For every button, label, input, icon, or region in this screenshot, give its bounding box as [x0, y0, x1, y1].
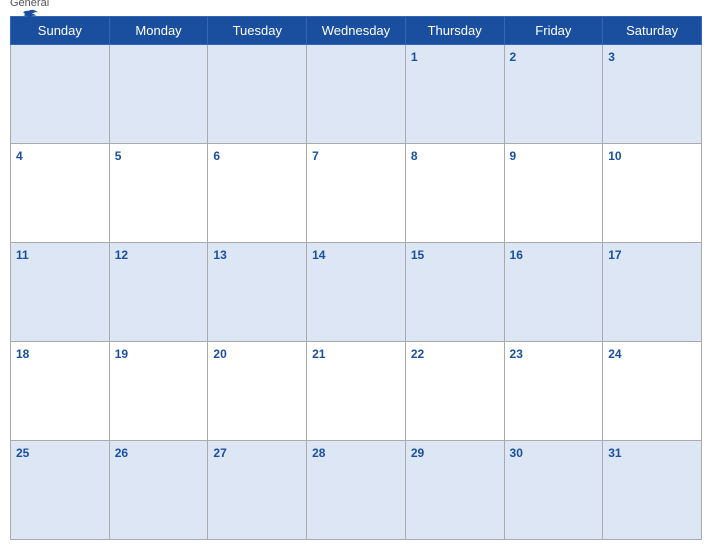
calendar-cell: 10 [603, 144, 702, 243]
day-number: 22 [411, 347, 424, 361]
day-number: 19 [115, 347, 128, 361]
weekday-header-tuesday: Tuesday [208, 17, 307, 45]
weekday-header-wednesday: Wednesday [307, 17, 406, 45]
day-number: 2 [510, 50, 517, 64]
week-row-2: 4 5 6 7 8 9 10 [11, 144, 702, 243]
day-number: 23 [510, 347, 523, 361]
day-number: 4 [16, 149, 23, 163]
day-number: 14 [312, 248, 325, 262]
calendar-cell: 4 [11, 144, 110, 243]
day-number: 20 [213, 347, 226, 361]
day-number: 3 [608, 50, 615, 64]
calendar-cell: 18 [11, 342, 110, 441]
calendar-cell: 7 [307, 144, 406, 243]
calendar-body: 1234567891011121314151617181920212223242… [11, 45, 702, 540]
calendar-cell: 2 [504, 45, 603, 144]
day-number: 6 [213, 149, 220, 163]
weekday-header-thursday: Thursday [405, 17, 504, 45]
day-number: 26 [115, 446, 128, 460]
day-number: 13 [213, 248, 226, 262]
calendar-cell: 5 [109, 144, 208, 243]
calendar-cell: 13 [208, 243, 307, 342]
calendar-cell: 31 [603, 441, 702, 540]
logo: General [10, 0, 49, 23]
calendar-cell: 8 [405, 144, 504, 243]
day-number: 27 [213, 446, 226, 460]
day-number: 12 [115, 248, 128, 262]
day-number: 21 [312, 347, 325, 361]
calendar-cell: 29 [405, 441, 504, 540]
day-number: 30 [510, 446, 523, 460]
day-number: 17 [608, 248, 621, 262]
calendar-cell: 12 [109, 243, 208, 342]
weekday-header-row: SundayMondayTuesdayWednesdayThursdayFrid… [11, 17, 702, 45]
calendar-cell: 19 [109, 342, 208, 441]
day-number: 1 [411, 50, 418, 64]
weekday-header-saturday: Saturday [603, 17, 702, 45]
logo-bird-icon [20, 9, 38, 23]
calendar-cell: 21 [307, 342, 406, 441]
calendar-cell: 17 [603, 243, 702, 342]
day-number: 25 [16, 446, 29, 460]
day-number: 10 [608, 149, 621, 163]
calendar-cell: 24 [603, 342, 702, 441]
calendar-cell: 14 [307, 243, 406, 342]
calendar-cell: 23 [504, 342, 603, 441]
calendar-cell: 6 [208, 144, 307, 243]
day-number: 11 [16, 248, 29, 262]
calendar-cell: 11 [11, 243, 110, 342]
calendar-cell: 28 [307, 441, 406, 540]
calendar-cell: 25 [11, 441, 110, 540]
week-row-3: 11 12 13 14 15 16 17 [11, 243, 702, 342]
calendar-cell: 20 [208, 342, 307, 441]
day-number: 18 [16, 347, 29, 361]
day-number: 16 [510, 248, 523, 262]
calendar-cell: 26 [109, 441, 208, 540]
day-number: 5 [115, 149, 122, 163]
week-row-4: 18 19 20 21 22 23 24 [11, 342, 702, 441]
day-number: 24 [608, 347, 621, 361]
day-number: 7 [312, 149, 319, 163]
calendar-table: SundayMondayTuesdayWednesdayThursdayFrid… [10, 16, 702, 540]
calendar-cell: 1 [405, 45, 504, 144]
day-number: 15 [411, 248, 424, 262]
week-row-1: 1 2 3 [11, 45, 702, 144]
day-number: 28 [312, 446, 325, 460]
calendar-cell [307, 45, 406, 144]
calendar-cell [208, 45, 307, 144]
calendar-cell: 30 [504, 441, 603, 540]
day-number: 8 [411, 149, 418, 163]
weekday-header-monday: Monday [109, 17, 208, 45]
weekday-header-friday: Friday [504, 17, 603, 45]
logo-blue-text [20, 9, 40, 23]
calendar-cell: 3 [603, 45, 702, 144]
day-number: 29 [411, 446, 424, 460]
logo-general-text: General [10, 0, 49, 9]
calendar-cell: 15 [405, 243, 504, 342]
calendar-cell [11, 45, 110, 144]
calendar-cell [109, 45, 208, 144]
calendar-cell: 22 [405, 342, 504, 441]
calendar-cell: 16 [504, 243, 603, 342]
calendar-cell: 9 [504, 144, 603, 243]
calendar-cell: 27 [208, 441, 307, 540]
week-row-5: 25 26 27 28 29 30 31 [11, 441, 702, 540]
day-number: 31 [608, 446, 621, 460]
day-number: 9 [510, 149, 517, 163]
